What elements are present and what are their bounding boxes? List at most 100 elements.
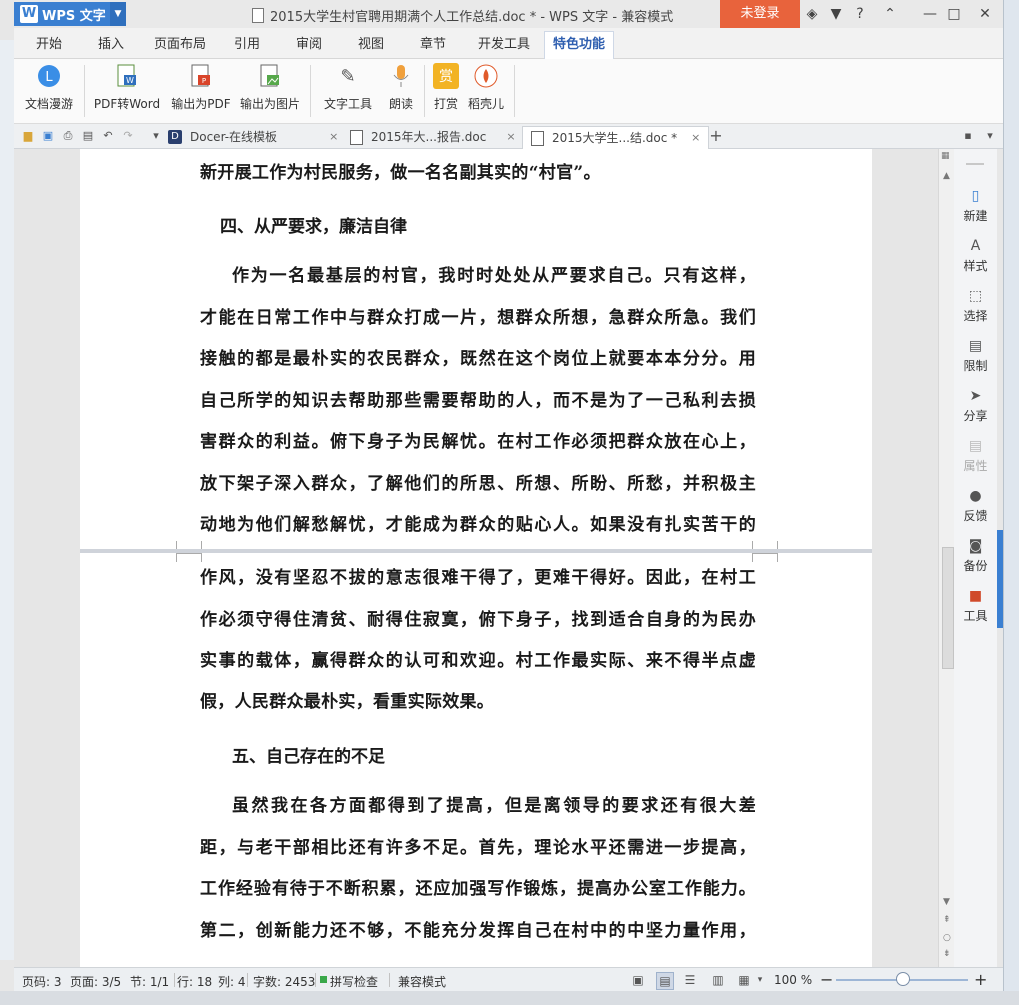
status-page-code[interactable]: 页码: 3 xyxy=(22,973,62,990)
status-separator xyxy=(315,973,316,987)
page[interactable]: 作风，没有坚忍不拔的意志很难干得了，更难干得好。因此，在村工 作必须守得住清贫、… xyxy=(80,553,872,967)
pane-new-button[interactable]: ▯ 新建 xyxy=(954,187,997,224)
status-pages[interactable]: 页面: 3/5 xyxy=(70,973,121,990)
paragraph-line: 接触的都是最朴实的农民群众，既然在这个岗位上就要本本分分。用 xyxy=(200,349,756,369)
browse-object-icon[interactable]: ○ xyxy=(943,933,951,943)
properties-icon: ▤ xyxy=(968,438,983,454)
login-button[interactable]: 未登录 xyxy=(720,0,800,28)
text-tools-button[interactable]: ✎ 文字工具 xyxy=(318,63,378,119)
doc-roaming-button[interactable]: L 文档漫游 xyxy=(22,63,76,119)
tab-review[interactable]: 审阅 xyxy=(288,34,330,56)
web-view-icon[interactable]: ▥ xyxy=(710,972,726,988)
page-corner-marker xyxy=(176,553,202,562)
quick-access-dropdown-icon[interactable]: ▾ xyxy=(148,128,164,144)
pane-grip xyxy=(966,163,984,165)
help-icon[interactable]: ? xyxy=(850,4,870,24)
zoom-level[interactable]: 100 % xyxy=(774,973,812,987)
tab-special-features[interactable]: 特色功能 xyxy=(544,31,615,59)
scroll-up-icon[interactable]: ▲ xyxy=(943,171,950,181)
export-pdf-button[interactable]: P 输出为PDF xyxy=(170,63,232,119)
tab-insert[interactable]: 插入 xyxy=(90,34,132,56)
close-tab-icon[interactable]: × xyxy=(691,127,700,149)
doc-tab-docer[interactable]: D Docer-在线模板 × xyxy=(168,126,338,148)
ribbon-separator xyxy=(310,65,311,117)
tab-list-icon[interactable]: ▪ xyxy=(960,128,976,144)
menu-tab-bar: 开始 插入 页面布局 引用 审阅 视图 章节 开发工具 特色功能 xyxy=(14,28,1003,59)
pane-styles-button[interactable]: A 样式 xyxy=(954,237,997,274)
paragraph-line: 工作经验有待于不断积累，还应加强写作锻炼，提高办公室工作能力。 xyxy=(200,879,756,899)
lock-document-icon: ▤ xyxy=(968,338,983,354)
close-tab-icon[interactable]: × xyxy=(506,126,515,148)
zoom-out-button[interactable]: − xyxy=(820,970,833,989)
paragraph-line: 动地为他们解愁解忧，才能成为群众的贴心人。如果没有扎实苦干的 xyxy=(200,515,756,535)
scrollbar-thumb[interactable] xyxy=(942,547,954,669)
ribbon-separator xyxy=(84,65,85,117)
chevron-down-icon[interactable]: ▼ xyxy=(110,2,126,26)
undo-icon[interactable]: ↶ xyxy=(100,128,116,144)
tab-menu-icon[interactable]: ▾ xyxy=(982,128,998,144)
close-tab-icon[interactable]: × xyxy=(329,126,338,148)
pdf-to-word-button[interactable]: W PDF转Word xyxy=(92,63,162,119)
open-folder-icon[interactable]: ▆ xyxy=(20,128,36,144)
status-separator xyxy=(174,973,175,987)
pane-backup-button[interactable]: ◙ 备份 xyxy=(954,537,997,574)
save-icon[interactable]: ▣ xyxy=(40,128,56,144)
view-dropdown-icon[interactable]: ▾ xyxy=(752,972,768,988)
collapse-ribbon-icon[interactable]: ⌃ xyxy=(880,4,900,24)
status-section[interactable]: 节: 1/1 xyxy=(130,973,169,990)
outline-view-icon[interactable]: ☰ xyxy=(682,972,698,988)
print-icon[interactable]: ⎙ xyxy=(60,128,76,144)
doc-tab-active[interactable]: 2015大学生...结.doc * × xyxy=(522,126,710,149)
page[interactable]: 新开展工作为村民服务，做一名名副其实的“村官”。 四、从严要求，廉洁自律 作为一… xyxy=(80,149,872,550)
vertical-scrollbar[interactable]: ▦ ▲ ▼ ⇞ ○ ⇟ xyxy=(938,149,955,967)
tab-chapter[interactable]: 章节 xyxy=(412,34,454,56)
pane-share-button[interactable]: ➤ 分享 xyxy=(954,387,997,424)
page-view-icon[interactable]: ▤ xyxy=(656,972,674,990)
status-spell-check[interactable]: 拼写检查 xyxy=(330,973,378,990)
paragraph-line: 放下架子深入群众，了解他们的所思、所想、所盼、所愁，并积极主 xyxy=(200,474,756,494)
minimize-icon[interactable]: — xyxy=(920,4,940,24)
scroll-down-icon[interactable]: ▼ xyxy=(943,897,950,907)
status-separator xyxy=(247,973,248,987)
skin-icon[interactable]: ◈ xyxy=(802,4,822,24)
read-aloud-button[interactable]: 朗读 xyxy=(384,63,418,119)
pane-restrict-button[interactable]: ▤ 限制 xyxy=(954,337,997,374)
reward-button[interactable]: 赏 打赏 xyxy=(430,63,462,119)
pane-select-button[interactable]: ⬚ 选择 xyxy=(954,287,997,324)
document-area[interactable]: 新开展工作为村民服务，做一名名副其实的“村官”。 四、从严要求，廉洁自律 作为一… xyxy=(14,149,938,967)
export-image-button[interactable]: 输出为图片 xyxy=(238,63,302,119)
background-desktop-left xyxy=(0,40,15,960)
tab-view[interactable]: 视图 xyxy=(350,34,392,56)
paragraph-line: 假，人民群众最朴实，看重实际效果。 xyxy=(200,692,495,712)
tab-developer[interactable]: 开发工具 xyxy=(470,34,538,56)
pane-feedback-button[interactable]: ● 反馈 xyxy=(954,487,997,524)
next-page-icon[interactable]: ⇟ xyxy=(943,949,951,959)
tab-home[interactable]: 开始 xyxy=(28,34,70,56)
app-menu-button[interactable]: W WPS 文字 ▼ xyxy=(14,2,126,26)
close-icon[interactable]: ✕ xyxy=(975,4,995,24)
docer-button[interactable]: 稻壳儿 xyxy=(466,63,506,119)
export-image-icon xyxy=(257,63,283,89)
status-row[interactable]: 行: 18 xyxy=(177,973,212,990)
reading-mode-icon[interactable]: ▦ xyxy=(736,972,752,988)
pane-properties-button[interactable]: ▤ 属性 xyxy=(954,437,997,474)
full-screen-icon[interactable]: ▣ xyxy=(630,972,646,988)
split-view-icon[interactable]: ▦ xyxy=(941,151,950,161)
status-word-count[interactable]: 字数: 2453 xyxy=(253,973,315,990)
shirt-icon[interactable]: ▼ xyxy=(826,4,846,24)
new-tab-button[interactable]: + xyxy=(708,128,724,144)
tab-page-layout[interactable]: 页面布局 xyxy=(146,34,214,56)
previous-page-icon[interactable]: ⇞ xyxy=(943,915,951,925)
status-col[interactable]: 列: 4 xyxy=(218,973,246,990)
maximize-icon[interactable]: □ xyxy=(944,4,964,24)
tab-references[interactable]: 引用 xyxy=(226,34,268,56)
doc-tab-report[interactable]: 2015年大...报告.doc × xyxy=(350,126,516,148)
print-preview-icon[interactable]: ▤ xyxy=(80,128,96,144)
pane-tools-button[interactable]: ■ 工具 xyxy=(954,587,997,624)
styles-icon: A xyxy=(970,238,981,254)
document-tab-bar: ▆ ▣ ⎙ ▤ ↶ ↷ ▾ D Docer-在线模板 × 2015年大...报告… xyxy=(14,124,1003,149)
spell-check-icon xyxy=(320,976,327,983)
zoom-slider-handle[interactable] xyxy=(896,972,910,986)
redo-icon[interactable]: ↷ xyxy=(120,128,136,144)
zoom-in-button[interactable]: + xyxy=(974,970,987,989)
